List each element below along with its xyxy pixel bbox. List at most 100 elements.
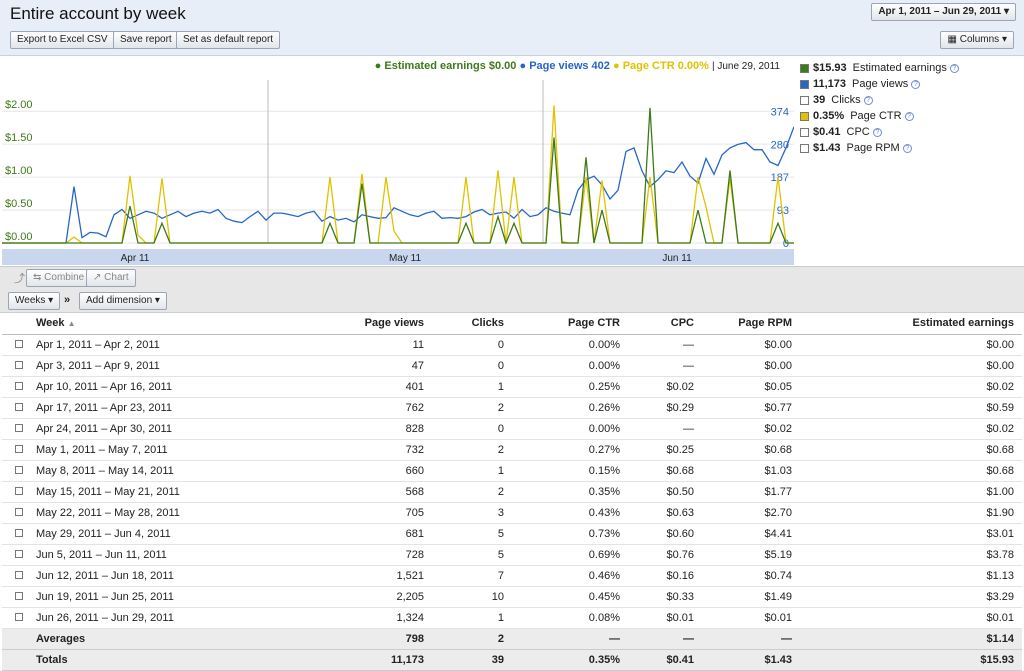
cell-value: $0.05	[702, 376, 800, 398]
metric-item[interactable]: 0.35% Page CTR?	[800, 108, 1024, 124]
cell-value: $0.00	[702, 334, 800, 356]
metric-checkbox[interactable]	[800, 95, 809, 105]
row-checkbox[interactable]	[15, 570, 23, 579]
cell-value: 0.25%	[512, 376, 628, 398]
cell-value: 2,205	[206, 586, 432, 608]
cell-value: $0.01	[800, 607, 1022, 629]
header-clicks[interactable]: Clicks	[432, 313, 512, 335]
header-pageviews[interactable]: Page views	[206, 313, 432, 335]
cell-value: —	[512, 628, 628, 650]
cell-value: 762	[206, 397, 432, 419]
metric-item[interactable]: $1.43 Page RPM?	[800, 140, 1024, 156]
metric-checkbox[interactable]	[800, 143, 809, 153]
help-icon[interactable]: ?	[904, 111, 914, 121]
row-checkbox[interactable]	[15, 612, 23, 621]
date-range-picker[interactable]: Apr 1, 2011 – Jun 29, 2011 ▾	[871, 3, 1016, 21]
row-checkbox-cell	[2, 355, 36, 377]
cell-week: May 8, 2011 – May 14, 2011	[36, 460, 206, 482]
metric-item[interactable]: 11,173 Page views?	[800, 76, 1024, 92]
table-row: Jun 19, 2011 – Jun 25, 2011 2,205 10 0.45% $…	[2, 586, 1022, 608]
table-row: Apr 10, 2011 – Apr 16, 2011 401 1 0.25% $0.0…	[2, 376, 1022, 398]
row-checkbox[interactable]	[15, 339, 23, 348]
metric-checkbox[interactable]	[800, 79, 809, 89]
sort-icon: ▲	[67, 319, 76, 329]
row-checkbox[interactable]	[15, 423, 23, 432]
row-checkbox[interactable]	[15, 549, 23, 558]
cell-value: —	[628, 628, 702, 650]
line-chart[interactable]: $2.00$1.50$1.00$0.50$0.00374280187930Apr…	[2, 80, 794, 265]
metric-item[interactable]: $0.41 CPC?	[800, 124, 1024, 140]
row-checkbox[interactable]	[15, 486, 23, 495]
row-checkbox-cell	[2, 481, 36, 503]
tot-row: Totals 11,173 39 0.35% $0.41 $1.43 $15.93	[2, 649, 1022, 671]
help-icon[interactable]: ?	[902, 143, 912, 153]
cell-value: 568	[206, 481, 432, 503]
metric-label: Clicks	[831, 94, 861, 106]
cell-value: —	[628, 418, 702, 440]
row-checkbox[interactable]	[15, 465, 23, 474]
help-icon[interactable]: ?	[863, 95, 873, 105]
combine-button[interactable]: ⇆ Combine	[26, 269, 92, 287]
cell-value: $0.41	[628, 649, 702, 671]
metric-item[interactable]: 39 Clicks?	[800, 92, 1024, 108]
help-icon[interactable]: ?	[949, 63, 959, 73]
avg-row: Averages 798 2— — — $1.14	[2, 628, 1022, 650]
metric-checkbox[interactable]	[800, 127, 809, 137]
header-earnings[interactable]: Estimated earnings	[800, 313, 1022, 335]
table-row: Jun 5, 2011 – Jun 11, 2011 728 5 0.69% $0.76…	[2, 544, 1022, 566]
cell-value: 0.46%	[512, 565, 628, 587]
row-checkbox[interactable]	[15, 528, 23, 537]
add-dimension-dropdown[interactable]: Add dimension ▾	[79, 292, 167, 310]
row-checkbox[interactable]	[15, 444, 23, 453]
row-checkbox-cell	[2, 523, 36, 545]
y-left-tick: $2.00	[5, 99, 33, 111]
metric-checkbox[interactable]	[800, 63, 809, 73]
cell-value: $1.00	[800, 481, 1022, 503]
cell-value: $1.43	[702, 649, 800, 671]
row-checkbox-cell	[2, 649, 36, 671]
metric-checkbox[interactable]	[800, 111, 809, 121]
row-checkbox[interactable]	[15, 360, 23, 369]
export-csv-button[interactable]: Export to Excel CSV	[10, 31, 115, 49]
cell-value: $1.13	[800, 565, 1022, 587]
table-row: Jun 12, 2011 – Jun 18, 2011 1,521 7 0.46% $0…	[2, 565, 1022, 587]
row-checkbox[interactable]	[15, 402, 23, 411]
legend-earnings-text: Estimated earnings $0.00	[384, 60, 517, 72]
columns-button[interactable]: ▦ Columns ▾	[940, 31, 1014, 49]
header-ctr[interactable]: Page CTR	[512, 313, 628, 335]
cell-value: $0.68	[702, 439, 800, 461]
cell-week: Jun 26, 2011 – Jun 29, 2011	[36, 607, 206, 629]
row-checkbox[interactable]	[15, 591, 23, 600]
cell-value: 1,521	[206, 565, 432, 587]
help-icon[interactable]: ?	[911, 79, 921, 89]
cell-value: 11,173	[206, 649, 432, 671]
cell-value: 0.15%	[512, 460, 628, 482]
weeks-dropdown[interactable]: Weeks ▾	[8, 292, 61, 310]
cell-value: $0.02	[800, 376, 1022, 398]
y-right-tick: 187	[771, 172, 789, 184]
help-icon[interactable]: ?	[872, 127, 882, 137]
header-week[interactable]: Week ▲	[36, 313, 206, 335]
header-rpm[interactable]: Page RPM	[702, 313, 800, 335]
metric-item[interactable]: $15.93 Estimated earnings?	[800, 60, 1024, 76]
metric-label: Estimated earnings	[852, 62, 947, 74]
data-table: Week ▲ Page views Clicks Page CTR CPC Pa…	[2, 313, 1022, 671]
save-report-button[interactable]: Save report	[113, 31, 179, 49]
row-checkbox[interactable]	[15, 381, 23, 390]
cell-value: $0.02	[800, 418, 1022, 440]
header-week-label: Week	[36, 317, 65, 330]
cell-value: 0	[432, 418, 512, 440]
cell-value: $0.00	[800, 334, 1022, 356]
table-row: Apr 1, 2011 – Apr 2, 2011 11 0 0.00% — $0.00 $…	[2, 334, 1022, 356]
breadcrumb-arrow: »	[64, 294, 71, 306]
table-row: Jun 26, 2011 – Jun 29, 2011 1,324 1 0.08% $0…	[2, 607, 1022, 629]
row-checkbox[interactable]	[15, 507, 23, 516]
header-cpc[interactable]: CPC	[628, 313, 702, 335]
metric-value: 0.35%	[813, 110, 845, 122]
cell-value: 0.35%	[512, 649, 628, 671]
row-checkbox-cell	[2, 460, 36, 482]
cell-value: 798	[206, 628, 432, 650]
chart-button[interactable]: ↗ Chart	[86, 269, 136, 287]
set-default-button[interactable]: Set as default report	[176, 31, 281, 49]
row-checkbox-cell	[2, 628, 36, 650]
